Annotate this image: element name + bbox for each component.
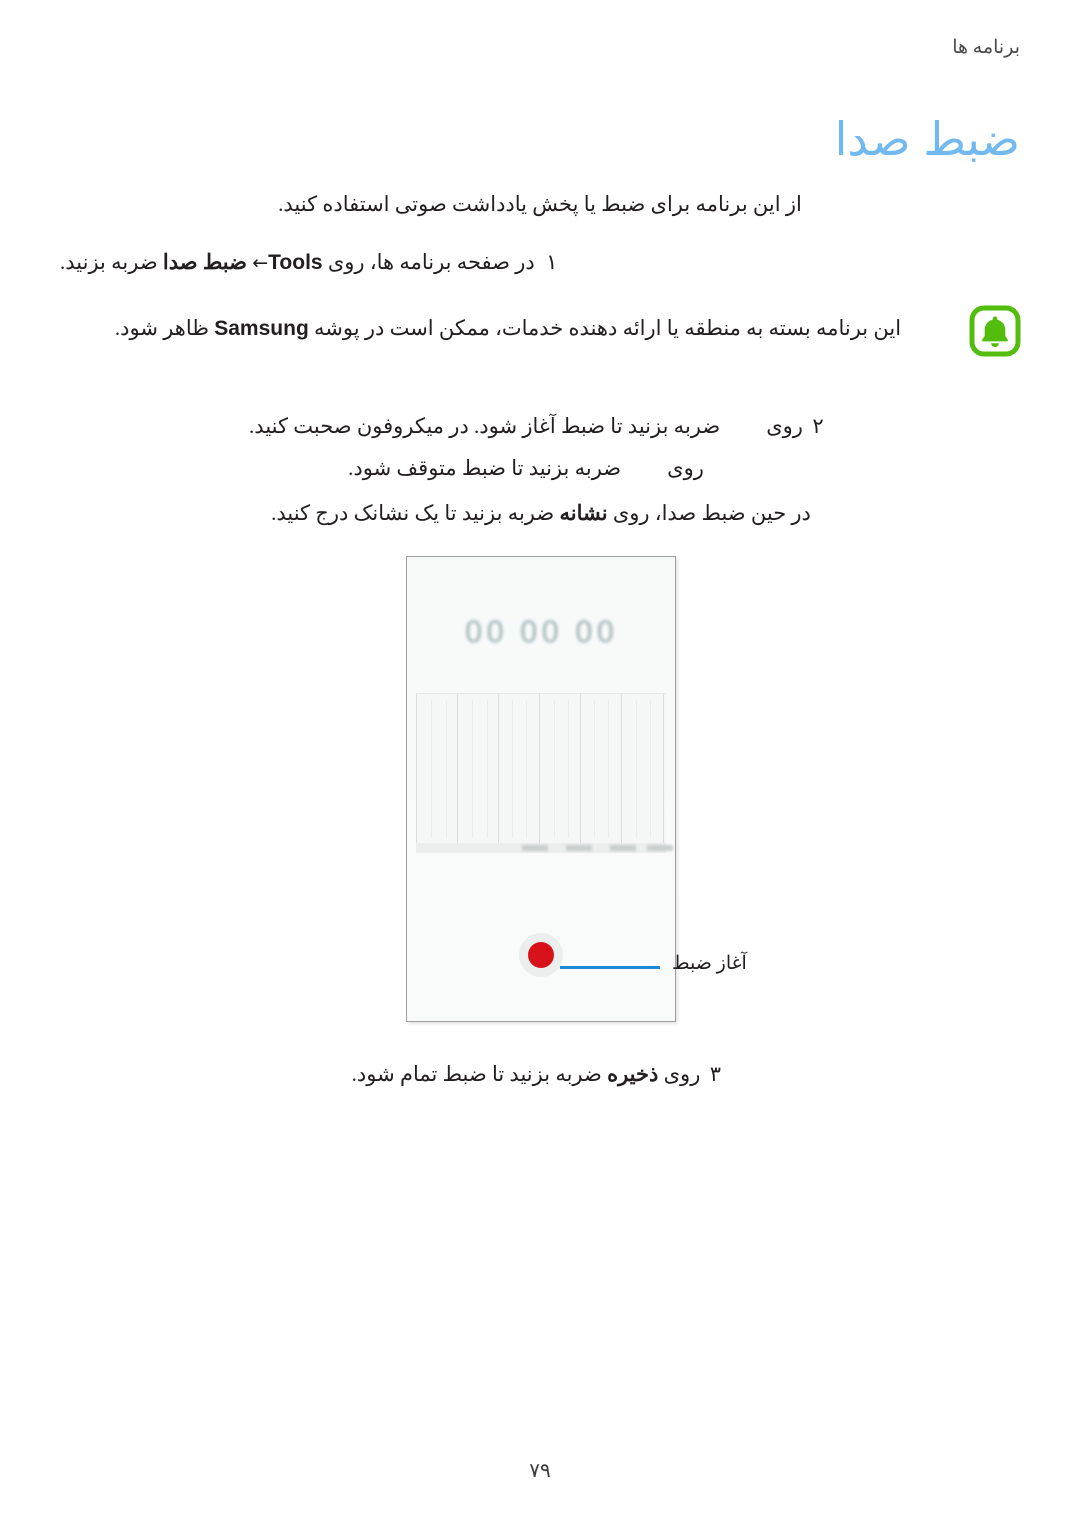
time-tick: [610, 845, 636, 851]
step-item-3: ۳ روی ذخیره ضربه بزنید تا ضبط تمام شود.: [60, 1058, 1022, 1092]
step1-arrow: ←: [252, 252, 269, 274]
step2-tail: ضربه بزنید تا ضبط آغاز شود. در میکروفون …: [249, 414, 721, 438]
callout-line: [560, 966, 660, 969]
record-button[interactable]: [519, 933, 563, 977]
step-number: ۲: [812, 414, 824, 438]
step-text: در صفحه برنامه ها، روی Tools← ضبط صدا ضر…: [60, 246, 535, 280]
phone-screen: 00 00 00: [407, 557, 675, 1021]
step-number: ۳: [709, 1062, 721, 1086]
record-icon-placeholder: [720, 419, 766, 433]
note-latin-word: Samsung: [214, 317, 309, 340]
pause-icon-placeholder: [621, 461, 667, 475]
bookmark-tip: در حین ضبط صدا، روی نشانه ضربه بزنید تا …: [60, 497, 1022, 531]
waveform-area: [416, 693, 666, 844]
recording-timer: 00 00 00: [464, 615, 618, 649]
bell-icon: [968, 304, 1022, 358]
time-tick: [566, 845, 592, 851]
note-block: این برنامه بسته به منطقه یا ارائه دهنده …: [60, 304, 1022, 358]
step1-suffix: ضربه بزنید.: [60, 250, 163, 274]
running-header: برنامه ها: [952, 37, 1020, 58]
step1-app-name: Tools: [268, 251, 323, 274]
step-item-2b: روی ضربه بزنید تا ضبط متوقف شود.: [60, 452, 1022, 486]
note-text-before: این برنامه بسته به منطقه یا ارائه دهنده …: [308, 316, 902, 340]
bookmark-prefix: در حین ضبط صدا، روی: [607, 501, 811, 525]
step2b-lead: روی: [667, 456, 704, 480]
step2-lead: روی: [766, 414, 803, 438]
bookmark-suffix: ضربه بزنید تا یک نشانک درج کنید.: [271, 501, 560, 525]
intro-paragraph: از این برنامه برای ضبط یا پخش یادداشت صو…: [278, 192, 802, 216]
time-tick: [647, 845, 673, 851]
step1-bold-target: ضبط صدا: [162, 250, 247, 274]
steps-list: ۱ در صفحه برنامه ها، روی Tools← ضبط صدا …: [60, 246, 1022, 284]
step3-prefix: روی: [658, 1062, 701, 1086]
callout-label: آغاز ضبط: [672, 953, 747, 974]
step-number: ۱: [546, 250, 558, 274]
manual-page: برنامه ها ضبط صدا از این برنامه برای ضبط…: [0, 0, 1080, 1527]
page-number: ۷۹: [529, 1460, 551, 1482]
bookmark-bold-target: نشانه: [559, 501, 608, 525]
page-title: ضبط صدا: [834, 113, 1020, 165]
note-text: این برنامه بسته به منطقه یا ارائه دهنده …: [60, 304, 956, 346]
step3-suffix: ضربه بزنید تا ضبط تمام شود.: [351, 1062, 608, 1086]
step1-prefix: در صفحه برنامه ها، روی: [322, 250, 535, 274]
step2b-tail: ضربه بزنید تا ضبط متوقف شود.: [348, 456, 622, 480]
step-item-2: ۲ روی ضربه بزنید تا ضبط آغاز شود. در میک…: [60, 410, 1022, 444]
step3-bold-target: ذخیره: [607, 1062, 659, 1086]
time-tick: [522, 845, 548, 851]
record-dot-icon: [528, 942, 554, 968]
note-text-after: ظاهر شود.: [114, 316, 215, 340]
voice-recorder-screenshot: 00 00 00: [406, 556, 676, 1022]
step-item-1: ۱ در صفحه برنامه ها، روی Tools← ضبط صدا …: [60, 246, 1022, 280]
